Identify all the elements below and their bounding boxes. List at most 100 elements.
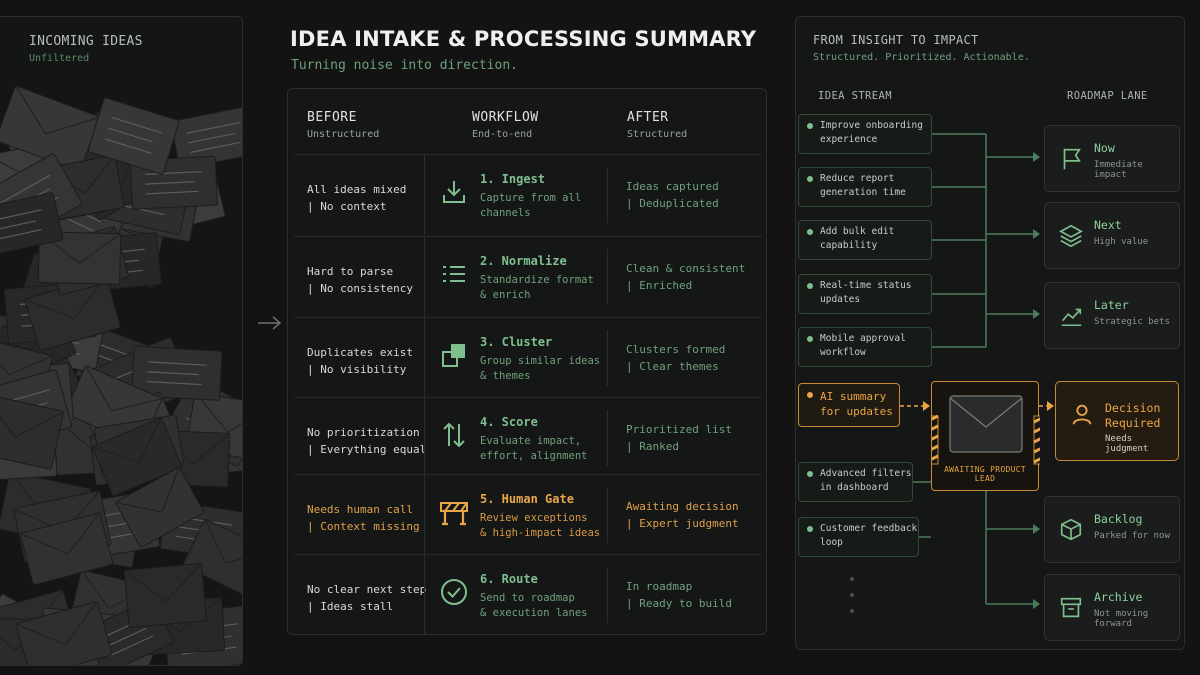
before-state: Needs human call | Context missing <box>307 503 420 533</box>
workflow-step-description: Send to roadmap & execution lanes <box>480 592 588 619</box>
arrow-right-icon <box>258 316 282 330</box>
status-dot <box>807 392 813 398</box>
column-subheading: Unstructured <box>307 129 380 140</box>
after-state: Prioritized list | Ranked <box>626 423 732 453</box>
column-header-after: AFTER Structured <box>627 110 687 140</box>
idea-text: Improve onboarding experience <box>820 120 923 145</box>
envelope-pile-illustration <box>0 85 242 665</box>
workflow-step-description: Capture from all channels <box>480 192 582 219</box>
column-divider <box>424 318 425 398</box>
column-divider <box>424 555 425 635</box>
status-dot <box>807 123 813 129</box>
idea-card[interactable]: Customer feedback loop <box>798 517 919 557</box>
incoming-ideas-panel: INCOMING IDEAS Unfiltered <box>0 16 243 666</box>
roadmap-lane-immediate[interactable]: Now Immediate impact <box>1044 125 1180 192</box>
layers-icon <box>1059 224 1083 248</box>
status-dot <box>807 526 813 532</box>
idea-text: Real-time status updates <box>820 280 912 305</box>
idea-text: Advanced filters in dashboard <box>820 468 912 493</box>
workflow-step-title: 3. Cluster <box>480 335 553 349</box>
lane-title: Backlog <box>1094 512 1143 526</box>
lane-title: Next <box>1094 218 1122 232</box>
gate-status-label: AWAITING PRODUCT LEAD <box>944 465 1026 483</box>
idea-card[interactable]: Improve onboarding experience <box>798 114 932 154</box>
column-subheading: Structured <box>627 129 688 140</box>
envelope-icon <box>949 395 1023 453</box>
status-dot <box>807 336 813 342</box>
incoming-ideas-title: INCOMING IDEAS <box>29 34 143 49</box>
more-ideas-dot <box>850 593 854 597</box>
before-state: No prioritization | Everything equal <box>307 426 427 456</box>
lane-subtitle: Parked for now <box>1094 531 1170 541</box>
status-dot <box>807 471 813 477</box>
roadmap-lane-not[interactable]: Archive Not moving forward <box>1044 574 1180 641</box>
lane-subtitle: High value <box>1094 237 1149 247</box>
idea-card[interactable]: Real-time status updates <box>798 274 932 314</box>
cluster-icon <box>442 344 465 367</box>
after-state: Clusters formed | Clear themes <box>626 343 726 373</box>
before-state: Hard to parse | No consistency <box>307 265 413 295</box>
roadmap-lane-parked[interactable]: Backlog Parked for now <box>1044 496 1180 563</box>
arrow-to-next <box>1033 229 1040 239</box>
workflow-step-description: Evaluate impact, effort, alignment <box>480 435 588 462</box>
page-title: IDEA INTAKE & PROCESSING SUMMARY <box>290 27 757 51</box>
column-divider <box>607 410 608 466</box>
column-divider <box>424 475 425 555</box>
idea-text: AI summary for updates <box>820 390 893 418</box>
lane-title: Later <box>1094 298 1129 312</box>
table-row: No clear next step | Ideas stall 6. Route S… <box>294 554 762 635</box>
workflow-step-description: Standardize format & enrich <box>480 274 594 301</box>
column-header-workflow: WORKFLOW End-to-end <box>472 110 539 140</box>
workflow-step-title: 6. Route <box>480 572 538 586</box>
arrow-to-later <box>1033 309 1040 319</box>
idea-card[interactable]: Mobile approval workflow <box>798 327 932 367</box>
workflow-step-title: 2. Normalize <box>480 254 567 268</box>
lane-title: Decision Required <box>1105 401 1161 430</box>
roadmap-lane-strategic[interactable]: Later Strategic bets <box>1044 282 1180 349</box>
workflow-step-description: Group similar ideas & themes <box>480 355 601 382</box>
workflow-step-title: 4. Score <box>480 415 538 429</box>
status-dot <box>807 283 813 289</box>
insight-to-impact-panel: FROM INSIGHT TO IMPACT Structured. Prior… <box>795 16 1185 650</box>
roadmap-lane-high[interactable]: Next High value <box>1044 202 1180 269</box>
idea-text: Reduce report generation time <box>820 173 906 198</box>
table-row: Needs human call | Context missing 5. Huma… <box>294 474 762 555</box>
idea-card[interactable]: Add bulk edit capability <box>798 220 932 260</box>
after-state: Clean & consistent | Enriched <box>626 262 746 292</box>
lane-subtitle: Needs judgment <box>1105 434 1149 454</box>
column-divider <box>607 487 608 543</box>
workflow-step-title: 5. Human Gate <box>480 492 574 506</box>
sort-arrows-icon <box>443 422 465 448</box>
more-ideas-dot <box>850 577 854 581</box>
lane-title: Archive <box>1094 590 1143 604</box>
idea-text: Mobile approval workflow <box>820 333 906 358</box>
status-dot <box>807 229 813 235</box>
after-state: In roadmap | Ready to build <box>626 580 732 610</box>
lane-subtitle: Immediate impact <box>1094 160 1143 180</box>
idea-card[interactable]: Reduce report generation time <box>798 167 932 207</box>
after-state: Ideas captured | Deduplicated <box>626 180 719 210</box>
idea-text: Add bulk edit capability <box>820 226 895 251</box>
idea-card[interactable]: AI summary for updates <box>798 383 900 427</box>
barrier-icon <box>440 502 468 526</box>
idea-text: Customer feedback loop <box>820 523 918 548</box>
download-icon <box>443 181 465 203</box>
arrow-to-now <box>1033 152 1040 162</box>
table-row: Hard to parse | No consistency 2. Normaliz… <box>294 236 762 317</box>
after-state: Awaiting decision | Expert judgment <box>626 500 739 530</box>
roadmap-lane-needs[interactable]: Decision Required Needs judgment <box>1055 381 1179 461</box>
more-ideas-dot <box>850 609 854 613</box>
arrow-to-backlog <box>1033 524 1040 534</box>
column-header-before: BEFORE Unstructured <box>307 110 379 140</box>
page-subtitle: Turning noise into direction. <box>291 58 518 73</box>
processing-table: BEFORE Unstructured WORKFLOW End-to-end … <box>287 88 767 635</box>
check-circle-icon <box>441 579 467 605</box>
column-divider <box>607 330 608 386</box>
column-divider <box>424 155 425 235</box>
envelope-icon <box>123 562 208 628</box>
trend-up-icon <box>1061 308 1082 327</box>
idea-card[interactable]: Advanced filters in dashboard <box>798 462 913 502</box>
table-row: No prioritization | Everything equal 4. Sc… <box>294 397 762 478</box>
table-row: Duplicates exist | No visibility 3. Cluste… <box>294 317 762 398</box>
column-subheading: End-to-end <box>472 129 533 140</box>
